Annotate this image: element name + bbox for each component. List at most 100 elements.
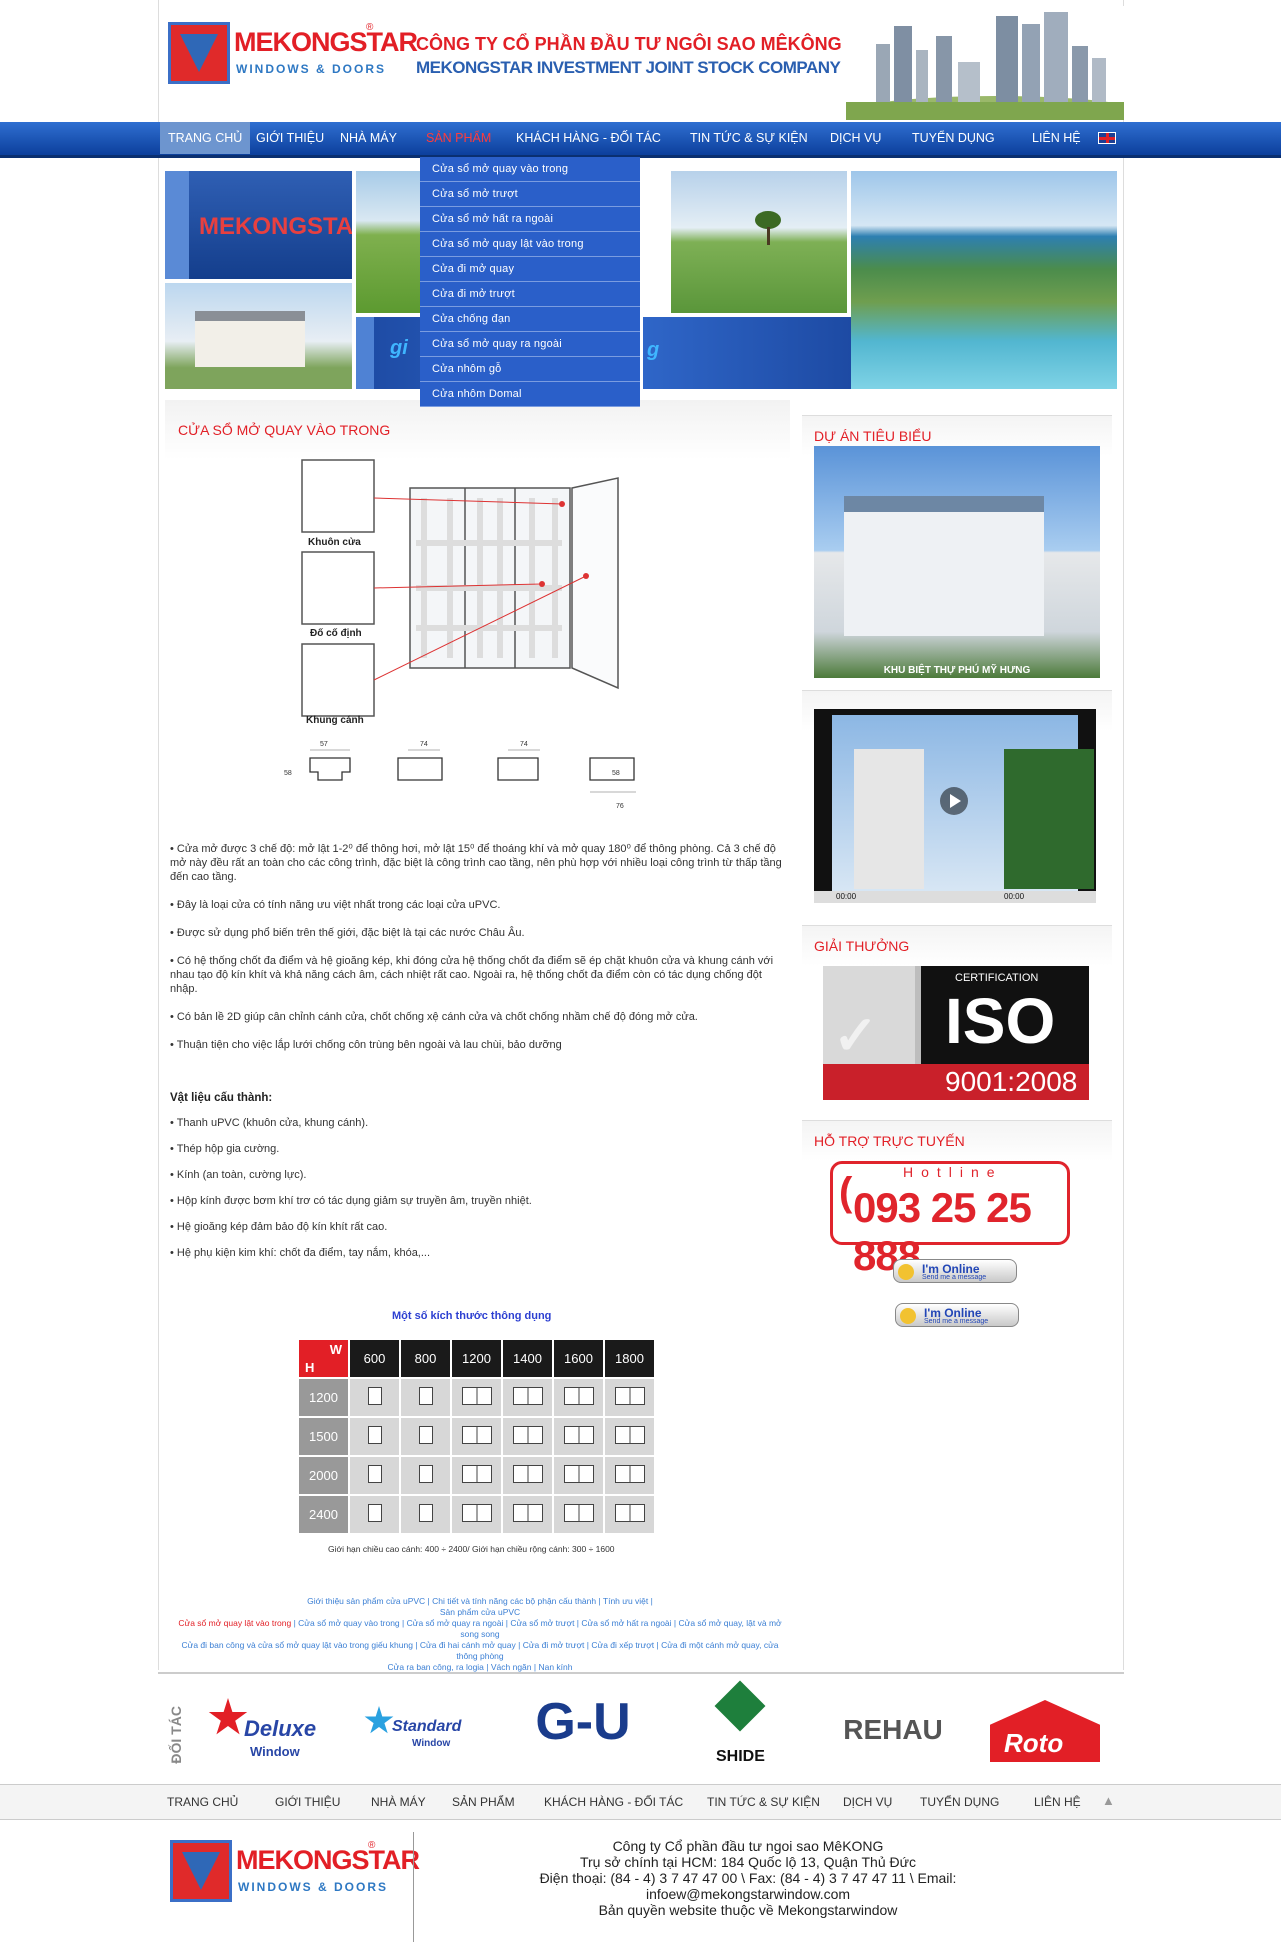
dropdown-item[interactable]: Cửa nhôm gỗ	[420, 357, 640, 382]
dim-label: 57	[320, 741, 328, 748]
window-icon	[367, 1426, 382, 1444]
dropdown-item[interactable]: Cửa nhôm Domal	[420, 382, 640, 407]
window-icon	[512, 1426, 543, 1444]
footer-link[interactable]: KHÁCH HÀNG - ĐỐI TÁC	[544, 1795, 683, 1809]
size-col-header: 1600	[552, 1338, 605, 1379]
nav-factory[interactable]: NHÀ MÁY	[332, 122, 405, 154]
online-chat-button[interactable]: I'm Online Send me a message	[893, 1259, 1017, 1283]
nav-news[interactable]: TIN TỨC & SỰ KIỆN	[682, 122, 816, 154]
dropdown-item[interactable]: Cửa sổ mở quay vào trong	[420, 157, 640, 182]
video-controls[interactable]: 00:00 00:00	[814, 891, 1096, 903]
nav-jobs[interactable]: TUYỂN DỤNG	[904, 122, 1003, 154]
related-link[interactable]: Cửa sổ mở quay ra ngoài	[407, 1618, 504, 1628]
material-item: • Hộp kính được bơm khí trơ có tác dụng …	[170, 1195, 532, 1207]
material-item: • Thanh uPVC (khuôn cửa, khung cánh).	[170, 1117, 369, 1129]
size-table-corner: W H	[297, 1338, 350, 1379]
footer-link[interactable]: TIN TỨC & SỰ KIỆN	[707, 1795, 820, 1809]
related-link[interactable]: Vách ngăn	[491, 1662, 532, 1672]
dropdown-item[interactable]: Cửa đi mở trượt	[420, 282, 640, 307]
related-link[interactable]: Tính ưu việt	[603, 1596, 648, 1606]
nav-customers[interactable]: KHÁCH HÀNG - ĐỐI TÁC	[508, 122, 669, 154]
scroll-top-icon[interactable]: ▲	[1102, 1793, 1115, 1808]
material-item: • Hệ gioăng kép đảm bảo độ kín khít rất …	[170, 1221, 388, 1233]
logo-text: MEKONGSTAR	[234, 27, 418, 57]
nav-contact[interactable]: LIÊN HỆ	[1024, 122, 1089, 154]
banner-blue-tile-2: g	[643, 317, 853, 389]
registered-mark: ®	[366, 22, 374, 33]
partner-logo-deluxe[interactable]: Deluxe Window	[198, 1688, 348, 1772]
nav-services[interactable]: DỊCH VỤ	[822, 122, 889, 154]
related-link[interactable]: Cửa đi ban công và cửa sổ mở quay lật và…	[181, 1640, 412, 1650]
footer-info: MEKONGSTAR WINDOWS & DOORS ® Công ty Cổ …	[158, 1820, 1124, 1950]
related-link[interactable]: Cửa đi mở trượt	[523, 1640, 585, 1650]
partner-logo-roto[interactable]: Roto	[970, 1688, 1120, 1772]
smiley-icon	[898, 1264, 914, 1280]
related-link[interactable]: Giới thiệu sản phẩm cửa uPVC	[307, 1596, 425, 1606]
window-icon	[563, 1504, 594, 1522]
label-sash: Khung cánh	[306, 715, 364, 726]
footer-link[interactable]: DỊCH VỤ	[843, 1795, 892, 1809]
nav-about[interactable]: GIỚI THIỆU	[248, 122, 332, 154]
hotline-panel[interactable]: ( Hotline 093 25 25 888	[830, 1161, 1070, 1279]
uk-flag-icon[interactable]	[1098, 132, 1116, 144]
partner-logo-gu[interactable]: G-U	[508, 1692, 658, 1776]
window-icon	[418, 1465, 433, 1483]
partner-logo-standard[interactable]: Standard Window	[356, 1688, 506, 1772]
footer-nav: TRANG CHỦ GIỚI THIỆU NHÀ MÁY SẢN PHẨM KH…	[0, 1784, 1281, 1820]
dropdown-item[interactable]: Cửa chống đạn	[420, 307, 640, 332]
related-link[interactable]: Cửa sổ mở quay lật vào trong	[178, 1618, 291, 1628]
iso-certificate-image: ✓ CERTIFICATION ISO 9001:2008	[823, 966, 1089, 1100]
window-icon	[461, 1426, 492, 1444]
nav-home[interactable]: TRANG CHỦ	[160, 122, 251, 154]
window-icon	[367, 1465, 382, 1483]
dropdown-item[interactable]: Cửa sổ mở trượt	[420, 182, 640, 207]
header: MEKONGSTAR WINDOWS & DOORS ® CÔNG TY CỔ …	[158, 0, 1124, 122]
footer-link[interactable]: TUYỂN DỤNG	[920, 1795, 999, 1809]
size-note: Giới hạn chiều cao cánh: 400 ÷ 2400/ Giớ…	[328, 1544, 615, 1554]
related-link[interactable]: Cửa sổ mở quay vào trong	[298, 1618, 400, 1628]
star-emblem-icon	[170, 1840, 232, 1902]
feature-item: • Có bản lề 2D giúp cân chỉnh cánh cửa, …	[170, 1011, 698, 1023]
awards-box: GIẢI THƯỞNG ✓ CERTIFICATION ISO 9001:200…	[802, 925, 1112, 1115]
footer-link[interactable]: NHÀ MÁY	[371, 1795, 426, 1809]
materials-title: Vật liệu cấu thành:	[170, 1092, 273, 1104]
related-link[interactable]: Cửa đi xếp trượt	[591, 1640, 654, 1650]
window-icon	[512, 1504, 543, 1522]
feature-list: • Cửa mở được 3 chế độ: mở lật 1-2⁰ để t…	[170, 842, 785, 1066]
dropdown-item[interactable]: Cửa sổ mở quay ra ngoài	[420, 332, 640, 357]
related-link[interactable]: Cửa sổ mở trượt	[510, 1618, 574, 1628]
footer-link[interactable]: LIÊN HỆ	[1034, 1795, 1081, 1809]
related-link[interactable]: Cửa ra ban công, ra logia	[388, 1662, 484, 1672]
related-link[interactable]: Cửa sổ mở hất ra ngoài	[581, 1618, 671, 1628]
partner-logo-shide[interactable]: SHIDE	[666, 1680, 816, 1772]
related-link[interactable]: Nan kính	[538, 1662, 572, 1672]
size-table-title: Một số kích thước thông dụng	[392, 1310, 552, 1322]
footer-divider	[413, 1832, 414, 1942]
logo[interactable]: MEKONGSTAR WINDOWS & DOORS ®	[168, 22, 418, 88]
dim-label: 76	[616, 803, 624, 810]
material-item: • Kính (an toàn, cường lực).	[170, 1169, 307, 1181]
related-link[interactable]: Sản phẩm cửa uPVC	[440, 1607, 520, 1617]
play-icon[interactable]	[940, 787, 968, 815]
window-icon	[418, 1504, 433, 1522]
related-link[interactable]: Cửa đi hai cánh mở quay	[420, 1640, 516, 1650]
video-player[interactable]	[814, 709, 1096, 891]
footer-link[interactable]: GIỚI THIỆU	[275, 1795, 340, 1809]
nav-products[interactable]: SẢN PHẨM	[418, 122, 499, 154]
footer-logo[interactable]: MEKONGSTAR WINDOWS & DOORS ®	[170, 1840, 420, 1906]
footer-link[interactable]: TRANG CHỦ	[167, 1795, 238, 1809]
footer-link[interactable]: SẢN PHẨM	[452, 1795, 515, 1809]
dropdown-item[interactable]: Cửa sổ mở hất ra ngoài	[420, 207, 640, 232]
products-dropdown-menu: Cửa sổ mở quay vào trong Cửa sổ mở trượt…	[420, 157, 640, 407]
online-chat-button[interactable]: I'm Online Send me a message	[895, 1303, 1019, 1327]
window-icon	[512, 1465, 543, 1483]
dropdown-item[interactable]: Cửa sổ mở quay lật vào trong	[420, 232, 640, 257]
window-icon	[614, 1504, 645, 1522]
related-link[interactable]: Chi tiết và tính năng các bộ phận cấu th…	[432, 1596, 596, 1606]
window-icon	[614, 1387, 645, 1405]
materials-section: Vật liệu cấu thành: • Thanh uPVC (khuôn …	[170, 1092, 785, 1273]
page-title: CỬA SỔ MỞ QUAY VÀO TRONG	[178, 422, 391, 438]
dropdown-item[interactable]: Cửa đi mở quay	[420, 257, 640, 282]
project-image[interactable]: KHU BIỆT THỰ PHÚ MỸ HƯNG	[814, 446, 1100, 678]
window-icon	[367, 1387, 382, 1405]
